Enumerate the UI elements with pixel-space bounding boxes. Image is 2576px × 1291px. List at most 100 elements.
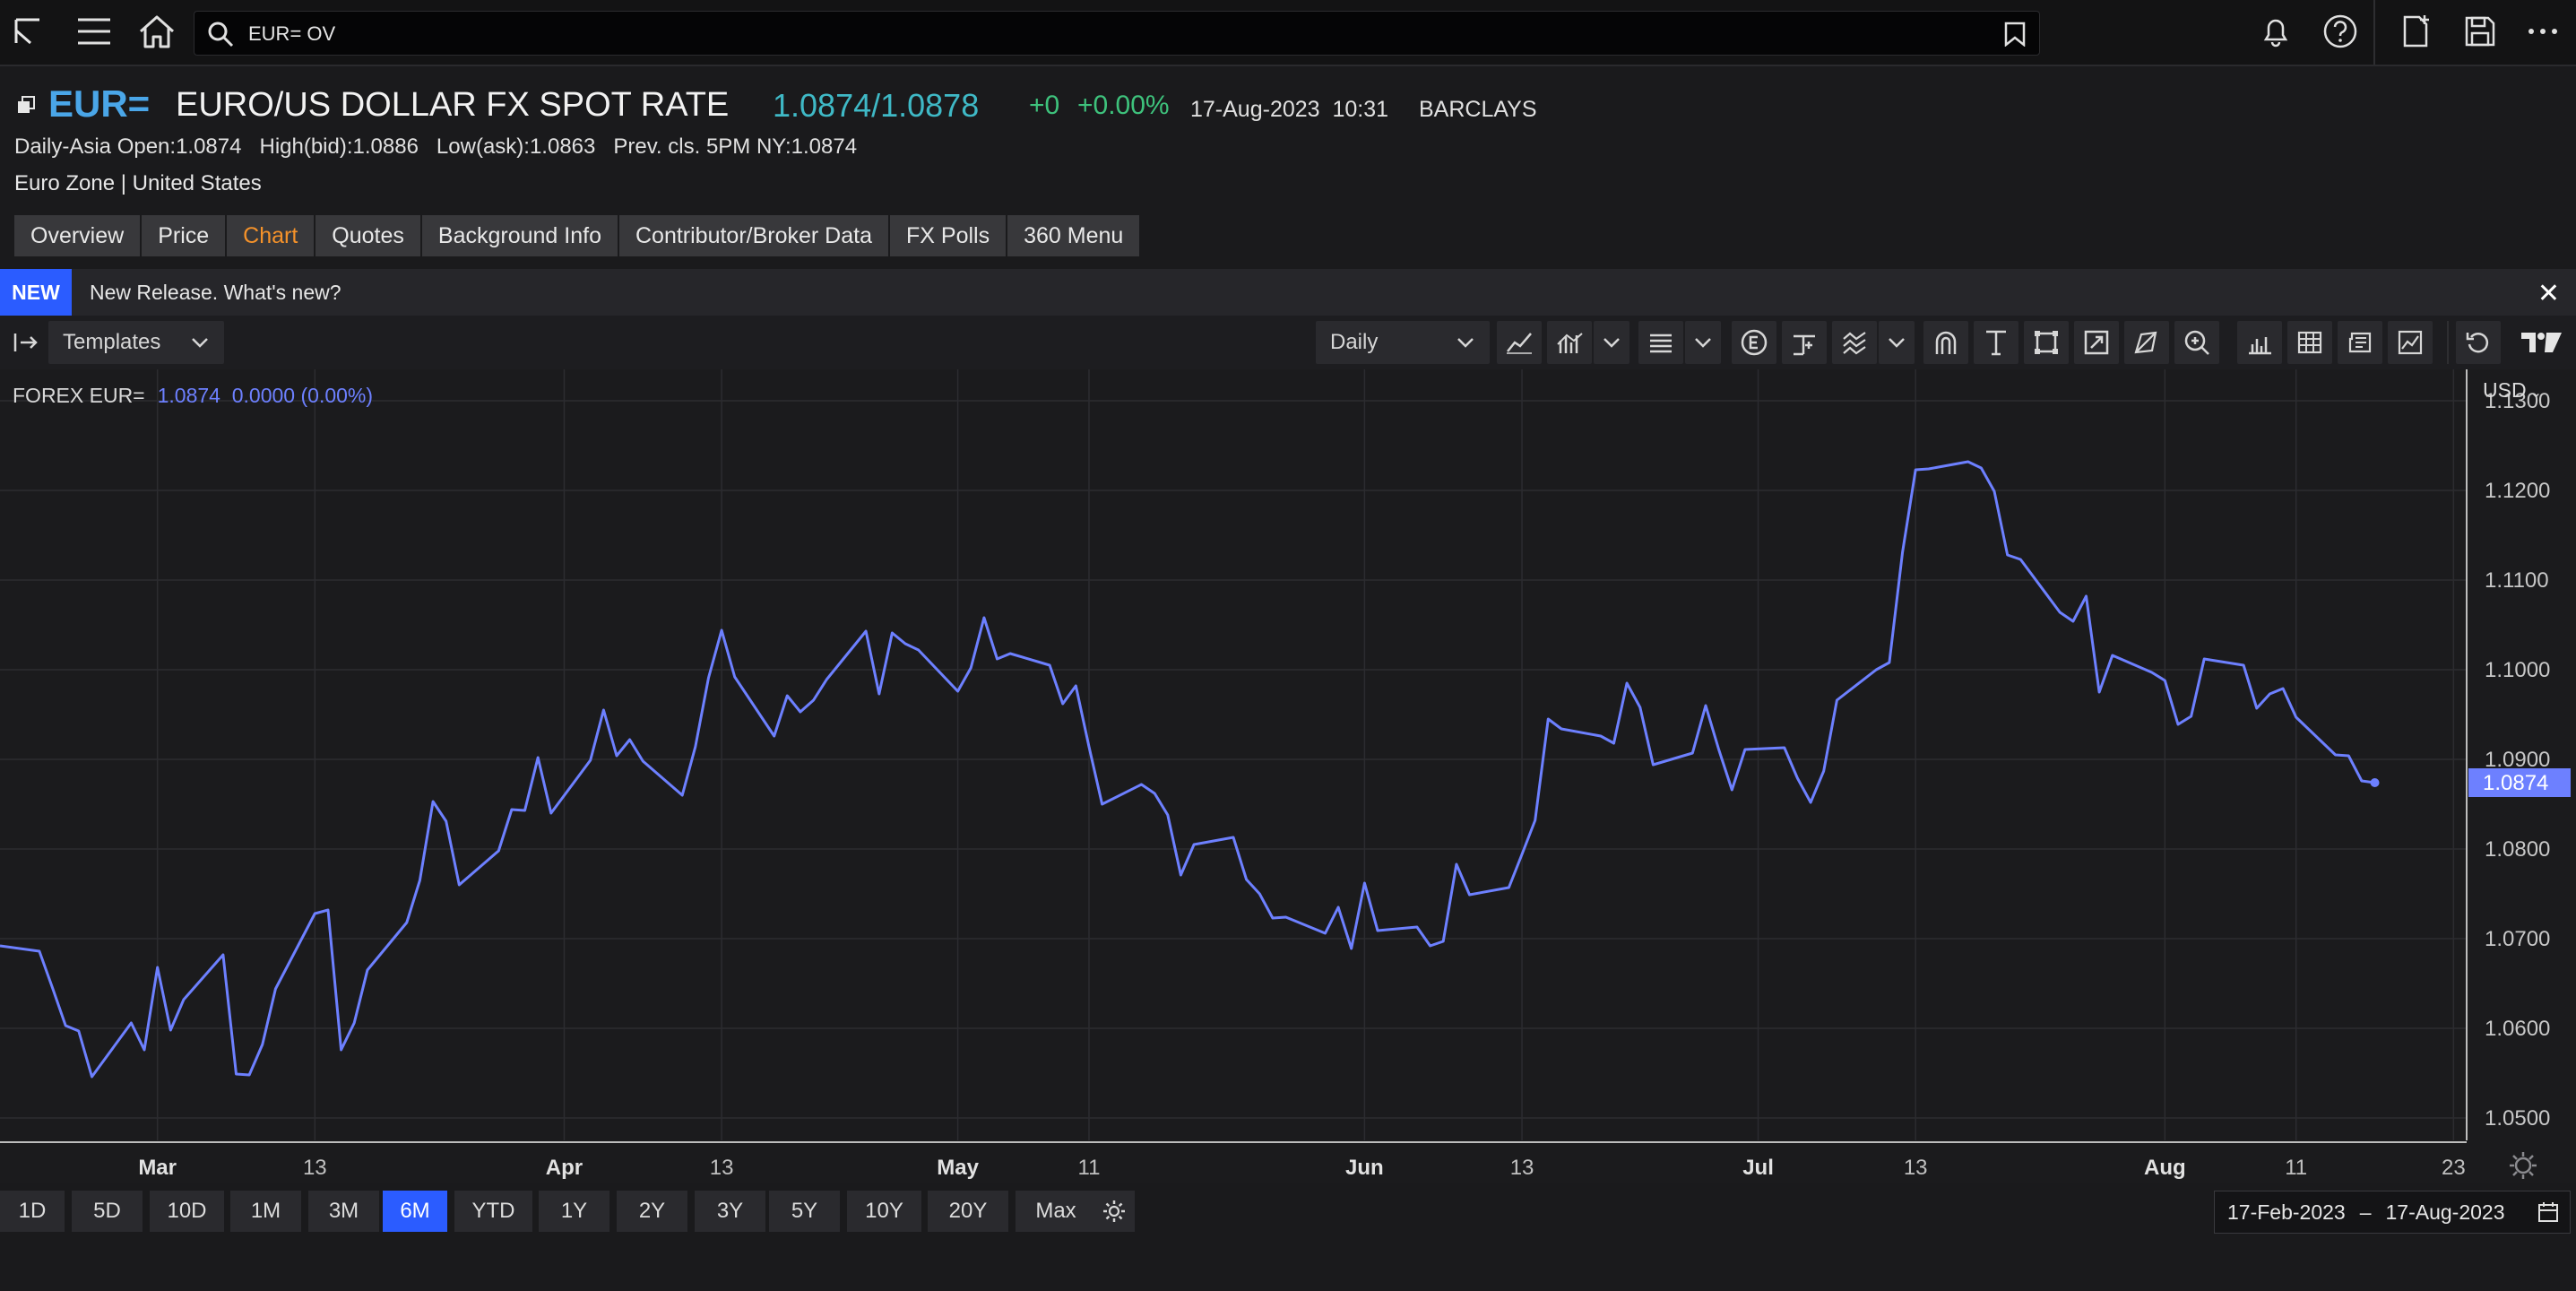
- release-banner: NEW New Release. What's new? ✕: [0, 269, 2576, 316]
- range-button-ytd[interactable]: YTD: [454, 1191, 532, 1232]
- range-settings-button[interactable]: [1094, 1191, 1135, 1232]
- chevron-down-icon[interactable]: [1685, 321, 1721, 364]
- text-tool-icon[interactable]: [1974, 321, 2018, 364]
- studies-icon[interactable]: [1832, 321, 1877, 364]
- menu-icon[interactable]: [70, 7, 118, 56]
- tradingview-logo-icon: [2515, 321, 2569, 364]
- chevron-down-icon: ⌄: [2529, 386, 2542, 401]
- range-button-2y[interactable]: 2Y: [617, 1191, 687, 1232]
- popout-icon[interactable]: [16, 95, 36, 115]
- search-icon: [208, 22, 234, 48]
- y-tick-label: 1.0700: [2485, 927, 2550, 951]
- top-bar: [0, 0, 2576, 66]
- zoom-region-icon[interactable]: [2074, 321, 2119, 364]
- range-button-1m[interactable]: 1M: [230, 1191, 301, 1232]
- series-legend: FOREX EUR= 1.0874 0.0000 (0.00%): [13, 384, 373, 408]
- interval-dropdown[interactable]: Daily: [1316, 321, 1490, 364]
- range-button-1y[interactable]: 1Y: [539, 1191, 609, 1232]
- y-tick-label: 1.1000: [2485, 658, 2550, 682]
- net-change: +0: [1029, 91, 1060, 120]
- range-button-10y[interactable]: 10Y: [847, 1191, 921, 1232]
- x-tick-label: May: [937, 1156, 979, 1180]
- indicators-icon[interactable]: [1547, 321, 1592, 364]
- magnet-icon[interactable]: [1923, 321, 1968, 364]
- range-button-max[interactable]: Max: [1016, 1191, 1096, 1232]
- price-chart[interactable]: 1.0500 1.0600 1.0700 1.0800 1.0900 1.1000 1.11…: [0, 369, 2576, 1183]
- range-button-3y[interactable]: 3Y: [695, 1191, 765, 1232]
- bookmark-icon[interactable]: [2003, 22, 2027, 47]
- home-icon[interactable]: [133, 7, 181, 56]
- banner-link[interactable]: New Release. What's new?: [90, 281, 341, 305]
- calendar-icon[interactable]: [2537, 1201, 2559, 1223]
- y-tick-label: 1.0600: [2485, 1017, 2550, 1041]
- tab-overview[interactable]: Overview: [14, 215, 141, 256]
- date-separator: –: [2359, 1200, 2372, 1224]
- tab-background-info[interactable]: Background Info: [421, 215, 618, 256]
- y-tick-label: 1.0900: [2485, 748, 2550, 772]
- chevron-down-icon: [192, 338, 208, 348]
- view-tabs: Overview Price Chart Quotes Background Info C…: [14, 215, 1141, 256]
- interval-label: Daily: [1330, 330, 1379, 354]
- x-tick-label: 13: [1904, 1156, 1928, 1180]
- crosshair-icon[interactable]: [1782, 321, 1827, 364]
- shape-tool-icon[interactable]: [2024, 321, 2069, 364]
- chevron-down-icon: [1457, 338, 1474, 348]
- tab-price[interactable]: Price: [142, 215, 226, 256]
- save-icon[interactable]: [2456, 7, 2504, 56]
- range-button-20y[interactable]: 20Y: [928, 1191, 1008, 1232]
- zoom-in-icon[interactable]: [2174, 321, 2219, 364]
- more-options-icon[interactable]: [2519, 7, 2567, 56]
- new-document-icon[interactable]: [2391, 7, 2440, 56]
- line-chart-icon[interactable]: [1497, 321, 1542, 364]
- range-button-1d[interactable]: 1D: [0, 1191, 65, 1232]
- x-tick-label: 13: [303, 1156, 327, 1180]
- search-box[interactable]: [194, 11, 2040, 56]
- range-button-5d[interactable]: 5D: [72, 1191, 143, 1232]
- date-from[interactable]: 17-Feb-2023: [2227, 1200, 2346, 1225]
- tab-360-menu[interactable]: 360 Menu: [1007, 215, 1140, 256]
- toggle-panel-icon[interactable]: [5, 321, 47, 364]
- series-line: [0, 460, 2375, 1079]
- currency-selector[interactable]: USD ⌄: [2483, 378, 2542, 403]
- percent-change: +0.00%: [1077, 91, 1170, 120]
- range-bar: 1D 5D 10D 1M 3M 6M YTD 1Y 2Y 3Y 5Y 10Y 20Y Max 17-Feb…: [0, 1189, 2576, 1237]
- layers-icon[interactable]: [1638, 321, 1683, 364]
- workspace-logo-icon[interactable]: [4, 7, 52, 56]
- chart-area[interactable]: 1.0500 1.0600 1.0700 1.0800 1.0900 1.1000 1.11…: [0, 369, 2576, 1183]
- tab-fx-polls[interactable]: FX Polls: [890, 215, 1007, 256]
- ric-code[interactable]: EUR=: [48, 82, 150, 126]
- currency-label: USD: [2483, 378, 2527, 402]
- x-tick-label: Aug: [2144, 1156, 2186, 1180]
- last-point-marker: [2370, 778, 2380, 787]
- templates-dropdown[interactable]: Templates: [48, 321, 224, 364]
- volume-chart-icon[interactable]: [2237, 321, 2282, 364]
- reset-icon[interactable]: [2456, 321, 2501, 364]
- y-tick-label: 1.1200: [2485, 479, 2550, 503]
- x-tick-label: 13: [710, 1156, 734, 1180]
- analytics-icon[interactable]: [2388, 321, 2433, 364]
- notification-bell-icon[interactable]: [2252, 7, 2300, 56]
- data-table-icon[interactable]: [2287, 321, 2332, 364]
- banner-close-button[interactable]: ✕: [2537, 278, 2560, 309]
- axis-settings-icon[interactable]: [2510, 1152, 2537, 1179]
- range-button-5y[interactable]: 5Y: [769, 1191, 840, 1232]
- range-button-10d[interactable]: 10D: [150, 1191, 224, 1232]
- help-icon[interactable]: [2316, 7, 2364, 56]
- events-icon[interactable]: [1732, 321, 1776, 364]
- news-icon[interactable]: [2338, 321, 2382, 364]
- range-button-3m[interactable]: 3M: [308, 1191, 379, 1232]
- y-tick-label: 1.0500: [2485, 1106, 2550, 1131]
- tab-chart[interactable]: Chart: [227, 215, 315, 256]
- chevron-down-icon[interactable]: [1594, 321, 1629, 364]
- search-input[interactable]: [246, 12, 1953, 56]
- x-tick-label: Mar: [138, 1156, 177, 1180]
- instrument-name: EURO/US DOLLAR FX SPOT RATE: [176, 86, 730, 124]
- date-range-picker[interactable]: 17-Feb-2023 – 17-Aug-2023: [2214, 1191, 2571, 1234]
- date-to[interactable]: 17-Aug-2023: [2386, 1200, 2505, 1225]
- chevron-down-icon[interactable]: [1879, 321, 1915, 364]
- range-button-6m[interactable]: 6M: [383, 1191, 447, 1232]
- tab-quotes[interactable]: Quotes: [316, 215, 420, 256]
- tab-contributor-broker-data[interactable]: Contributor/Broker Data: [618, 215, 888, 256]
- pattern-tool-icon[interactable]: [2124, 321, 2169, 364]
- x-tick-label: 23: [2442, 1156, 2466, 1180]
